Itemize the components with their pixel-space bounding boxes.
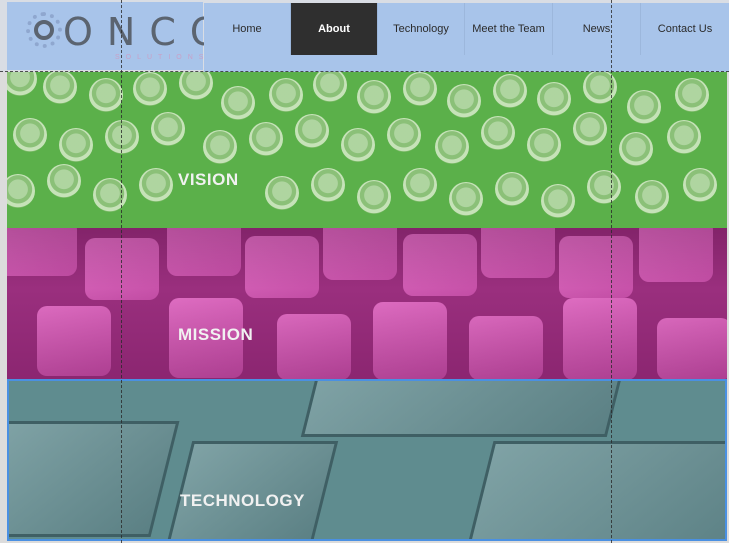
tube-image	[265, 176, 299, 210]
tube-image	[387, 118, 421, 152]
tube-image	[481, 116, 515, 150]
tube-image	[527, 128, 561, 162]
nav-meet-the-team[interactable]: Meet the Team	[465, 3, 553, 55]
tube-image	[435, 130, 469, 164]
tube-image	[313, 72, 347, 102]
tube-image	[7, 174, 35, 208]
technology-title: TECHNOLOGY	[180, 491, 305, 510]
tube-image	[47, 164, 81, 198]
tube-image	[683, 168, 717, 202]
vision-section[interactable]: VISION	[7, 72, 727, 228]
tube-image	[295, 114, 329, 148]
tube-image	[43, 72, 77, 104]
plate-image	[9, 421, 180, 537]
tube-image	[357, 80, 391, 114]
mission-shade-overlay	[7, 228, 727, 379]
nav-news[interactable]: News	[553, 3, 641, 55]
nav-about[interactable]: About	[291, 3, 378, 55]
tube-image	[541, 184, 575, 218]
guide-line	[611, 0, 612, 543]
tube-image	[357, 180, 391, 214]
tube-image	[139, 168, 173, 202]
tube-image	[587, 170, 621, 204]
vision-title: VISION	[178, 170, 239, 189]
nav-underbar	[204, 55, 729, 72]
tube-image	[635, 180, 669, 214]
tube-image	[573, 112, 607, 146]
plate-image	[300, 381, 624, 437]
tube-image	[7, 72, 37, 96]
tube-image	[221, 86, 255, 120]
tube-image	[449, 182, 483, 216]
tube-image	[89, 78, 123, 112]
tube-image	[619, 132, 653, 166]
mission-title: MISSION	[178, 325, 254, 344]
site-header: ONCO SOLUTIONS Home About Technology Mee…	[0, 0, 729, 72]
tube-image	[537, 82, 571, 116]
tube-image	[403, 168, 437, 202]
tube-image	[13, 118, 47, 152]
tube-image	[341, 128, 375, 162]
nav-contact-us[interactable]: Contact Us	[641, 3, 729, 55]
tube-image	[179, 72, 213, 100]
tube-image	[203, 130, 237, 164]
tube-image	[675, 78, 709, 112]
tube-image	[249, 122, 283, 156]
tube-image	[311, 168, 345, 202]
guide-line	[0, 71, 729, 72]
tube-image	[151, 112, 185, 146]
logo-subtitle: SOLUTIONS	[115, 54, 210, 61]
tube-image	[133, 72, 167, 106]
tube-image	[269, 78, 303, 112]
guide-line	[121, 0, 122, 543]
tube-image	[627, 90, 661, 124]
plate-image	[464, 441, 725, 539]
tube-image	[59, 128, 93, 162]
tube-image	[447, 84, 481, 118]
nav-home[interactable]: Home	[204, 3, 291, 55]
mission-section[interactable]: MISSION	[7, 228, 727, 379]
main-nav: Home About Technology Meet the Team News…	[204, 3, 729, 55]
tube-image	[403, 72, 437, 106]
nav-technology[interactable]: Technology	[378, 3, 465, 55]
technology-section[interactable]: TECHNOLOGY	[7, 379, 727, 541]
onco-logo[interactable]: ONCO SOLUTIONS	[7, 2, 220, 70]
tube-image	[667, 120, 701, 154]
tube-image	[105, 120, 139, 154]
tube-image	[495, 172, 529, 206]
logo-ring-icon	[26, 12, 62, 48]
tube-image	[493, 74, 527, 108]
